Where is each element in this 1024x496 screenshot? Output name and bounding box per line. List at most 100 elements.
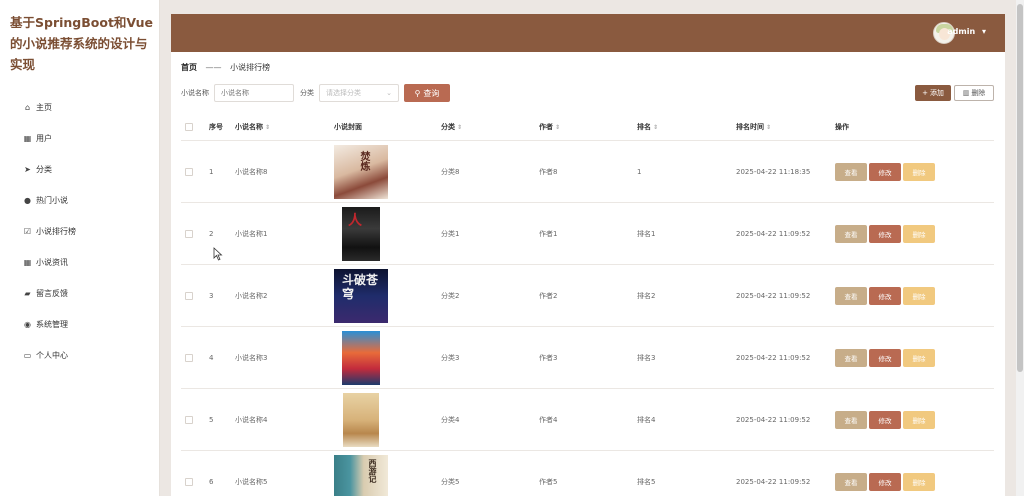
cover-title: 斗破苍穹: [342, 272, 379, 301]
add-button[interactable]: + 添加: [915, 85, 951, 101]
thumbs-up-icon: ▰: [24, 289, 31, 298]
cell-index: 5: [209, 415, 214, 424]
breadcrumb-home[interactable]: 首页: [181, 63, 197, 72]
sidebar-item-category[interactable]: ➤ 分类: [0, 154, 160, 185]
name-label: 小说名称: [181, 89, 209, 97]
sidebar-item-label: 用户: [36, 134, 52, 143]
novel-cover: 人: [342, 206, 380, 261]
cell-rank: 排名2: [637, 291, 656, 300]
view-button[interactable]: 查看: [835, 286, 867, 305]
sidebar-item-label: 系统管理: [36, 320, 68, 329]
header-rank[interactable]: 排名 ⇕: [637, 122, 736, 132]
edit-button[interactable]: 修改: [869, 286, 901, 305]
breadcrumb: 首页 —— 小说排行榜: [181, 62, 270, 73]
delete-button[interactable]: 删除: [903, 472, 935, 491]
header-cover: 小说封面: [334, 123, 362, 131]
category-select[interactable]: 请选择分类 ⌄: [319, 84, 399, 102]
sidebar-item-label: 留言反馈: [36, 289, 68, 298]
location-icon: ◉: [24, 320, 31, 329]
row-checkbox[interactable]: [185, 167, 193, 176]
sort-icon[interactable]: ⇕: [457, 124, 462, 131]
header-rank-time[interactable]: 排名时间 ⇕: [736, 122, 835, 132]
table-header: 序号 小说名称 ⇕ 小说封面 分类 ⇕ 作者 ⇕ 排名 ⇕ 排名时间 ⇕ 操作: [181, 114, 994, 140]
chevron-down-icon: ⌄: [386, 89, 392, 97]
batch-delete-button[interactable]: ▥ 删除: [954, 85, 994, 101]
table-row: 1 小说名称8 焚炼 分类8 作者8 1 2025-04-22 11:18:35…: [181, 140, 994, 202]
row-actions: 查看 修改 删除: [835, 410, 985, 429]
user-menu[interactable]: admin ▾: [947, 27, 986, 36]
breadcrumb-current: 小说排行榜: [230, 63, 271, 72]
cell-name: 小说名称4: [235, 415, 268, 424]
mouse-cursor-icon: [213, 247, 223, 261]
sidebar-item-label: 热门小说: [36, 196, 68, 205]
cell-rank: 排名1: [637, 229, 656, 238]
row-actions: 查看 修改 删除: [835, 348, 985, 367]
delete-button[interactable]: 删除: [903, 162, 935, 181]
header-name[interactable]: 小说名称 ⇕: [235, 122, 334, 132]
window-icon: ▭: [23, 351, 32, 360]
row-checkbox[interactable]: [185, 477, 193, 486]
table-row: 2 小说名称1 人 分类1 作者1 排名1 2025-04-22 11:09:5…: [181, 202, 994, 264]
header-author[interactable]: 作者 ⇕: [539, 122, 637, 132]
sort-icon[interactable]: ⇕: [766, 124, 771, 131]
cover-title: 人: [348, 212, 362, 229]
sidebar-item-feedback[interactable]: ▰ 留言反馈: [0, 278, 160, 309]
select-all-checkbox[interactable]: [185, 123, 193, 131]
breadcrumb-separator: ——: [205, 63, 222, 72]
cell-category: 分类5: [441, 477, 460, 486]
cell-index: 1: [209, 167, 214, 176]
query-button[interactable]: ⚲ 查询: [404, 84, 450, 102]
row-checkbox[interactable]: [185, 229, 193, 238]
cell-time: 2025-04-22 11:09:52: [736, 415, 811, 424]
chevron-down-icon: ▾: [981, 27, 986, 36]
view-button[interactable]: 查看: [835, 224, 867, 243]
sort-icon[interactable]: ⇕: [555, 124, 560, 131]
vertical-scrollbar[interactable]: [1016, 0, 1024, 496]
cell-category: 分类4: [441, 415, 460, 424]
cell-time: 2025-04-22 11:09:52: [736, 353, 811, 362]
novel-name-input[interactable]: [214, 84, 294, 102]
cell-time: 2025-04-22 11:09:52: [736, 291, 811, 300]
user-icon: ●: [24, 196, 31, 205]
sidebar-item-news[interactable]: ▦ 小说资讯: [0, 247, 160, 278]
sidebar-item-home[interactable]: ⌂ 主页: [0, 92, 160, 123]
sidebar-item-ranking[interactable]: ☑ 小说排行榜: [0, 216, 160, 247]
cell-name: 小说名称1: [235, 229, 268, 238]
edit-button[interactable]: 修改: [869, 348, 901, 367]
send-icon: ➤: [24, 165, 31, 174]
sidebar-item-users[interactable]: ▦ 用户: [0, 123, 160, 154]
header-category[interactable]: 分类 ⇕: [441, 122, 539, 132]
sidebar-item-label: 小说资讯: [36, 258, 68, 267]
row-checkbox[interactable]: [185, 415, 193, 424]
sidebar-item-hot-novels[interactable]: ● 热门小说: [0, 185, 160, 216]
cell-category: 分类3: [441, 353, 460, 362]
cell-name: 小说名称5: [235, 477, 268, 486]
cell-author: 作者4: [539, 415, 558, 424]
edit-button[interactable]: 修改: [869, 472, 901, 491]
delete-button[interactable]: 删除: [903, 410, 935, 429]
query-label: 查询: [423, 88, 440, 98]
sort-icon[interactable]: ⇕: [265, 124, 270, 131]
grid-icon: ▦: [23, 134, 32, 143]
scrollbar-thumb[interactable]: [1017, 4, 1023, 372]
sidebar-item-system[interactable]: ◉ 系统管理: [0, 309, 160, 340]
delete-button[interactable]: 删除: [903, 286, 935, 305]
sidebar-item-profile[interactable]: ▭ 个人中心: [0, 340, 160, 371]
sidebar-item-label: 分类: [36, 165, 52, 174]
edit-button[interactable]: 修改: [869, 224, 901, 243]
table-row: 4 小说名称3 分类3 作者3 排名3 2025-04-22 11:09:52 …: [181, 326, 994, 388]
view-button[interactable]: 查看: [835, 410, 867, 429]
view-button[interactable]: 查看: [835, 162, 867, 181]
delete-button[interactable]: 删除: [903, 224, 935, 243]
edit-button[interactable]: 修改: [869, 162, 901, 181]
row-checkbox[interactable]: [185, 291, 193, 300]
delete-button[interactable]: 删除: [903, 348, 935, 367]
edit-button[interactable]: 修改: [869, 410, 901, 429]
table-row: 6 小说名称5 西游记 分类5 作者5 排名5 2025-04-22 11:09…: [181, 450, 994, 496]
cell-rank: 1: [637, 167, 642, 176]
row-checkbox[interactable]: [185, 353, 193, 362]
view-button[interactable]: 查看: [835, 348, 867, 367]
search-icon: ⚲: [414, 88, 421, 98]
view-button[interactable]: 查看: [835, 472, 867, 491]
sort-icon[interactable]: ⇕: [653, 124, 658, 131]
